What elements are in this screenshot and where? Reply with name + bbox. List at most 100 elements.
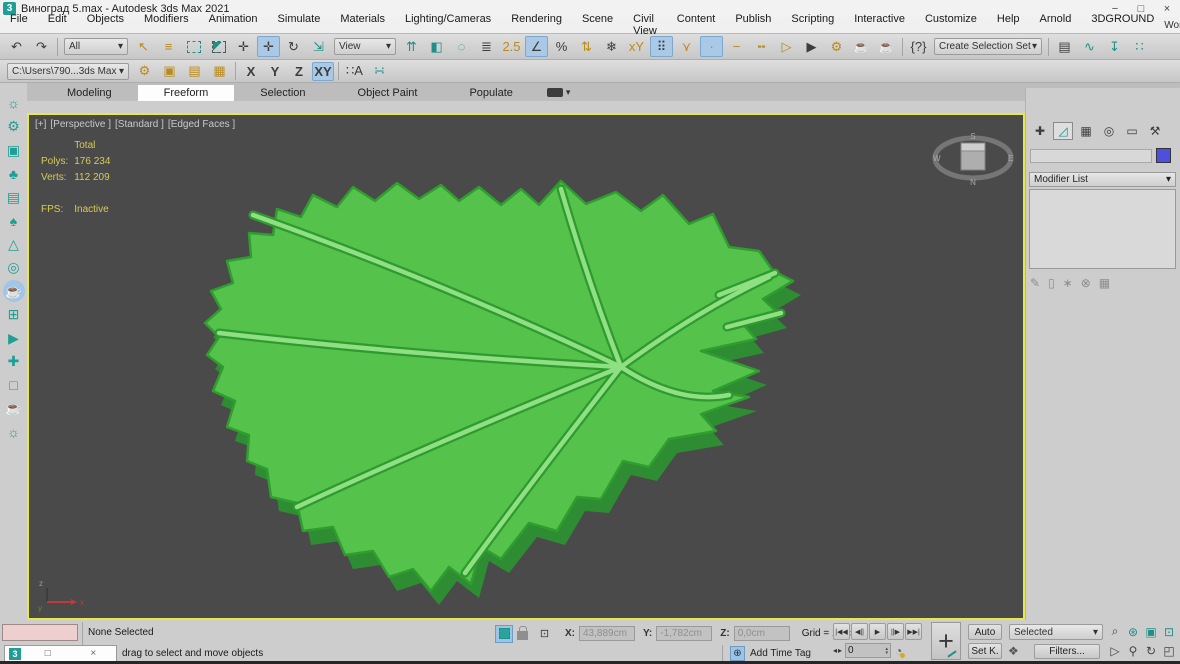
face-snap-icon[interactable]: ╍ (750, 36, 773, 57)
maxscript-mini-listener[interactable] (2, 624, 78, 641)
selection-lock-icon[interactable] (517, 631, 528, 640)
lamp-icon[interactable]: ☼ (3, 92, 25, 114)
axis-z-button[interactable]: Z (288, 62, 310, 81)
next-frame-button[interactable]: ||▶ (887, 623, 904, 640)
select-and-move-icon[interactable]: ✛ (257, 36, 280, 57)
viewport-pov-label[interactable]: [Perspective ] (50, 119, 111, 130)
percent-snap-icon[interactable]: % (550, 36, 573, 57)
perspective-viewport[interactable]: [+] [Perspective ] [Standard ] [Edged Fa… (27, 113, 1025, 620)
selection-filter-dropdown[interactable]: All ▾ (64, 38, 128, 55)
y-coordinate-field[interactable]: -1,782cm (656, 626, 712, 641)
curve-editor-icon[interactable]: ∿ (1078, 36, 1101, 57)
spacing-tool-icon[interactable]: ∺ (368, 61, 391, 82)
project-path-dropdown[interactable]: C:\Users\790...3ds Max 202: ▾ (7, 63, 129, 80)
set-key-button[interactable]: Set K. (968, 643, 1002, 659)
tab-selection[interactable]: Selection (234, 85, 331, 101)
view-cube[interactable]: S N W E (931, 129, 1015, 187)
asset-tree-icon[interactable]: ▦ (208, 61, 231, 82)
reference-coordinate-dropdown[interactable]: View ▾ (334, 38, 396, 55)
tab-object-paint[interactable]: Object Paint (332, 85, 444, 101)
time-configuration-button[interactable]: ◔ (895, 644, 902, 658)
create-selection-set-dropdown[interactable]: Create Selection Set ▾ (934, 38, 1042, 55)
mini-maximize-button[interactable]: □ (25, 648, 71, 659)
teapot-render-icon[interactable]: ☕ (3, 280, 25, 302)
object-color-swatch[interactable] (1156, 148, 1171, 163)
auto-key-button[interactable]: Auto (968, 624, 1002, 640)
frame-spinner[interactable]: ▴▾ (886, 647, 889, 655)
edge-snap-icon[interactable]: − (725, 36, 748, 57)
isolate-selection-icon[interactable]: ▷ (775, 36, 798, 57)
modifier-stack[interactable] (1029, 189, 1176, 269)
soft-selection-icon[interactable]: ◌ (450, 36, 473, 57)
select-and-rotate-icon[interactable]: ↻ (282, 36, 305, 57)
mini-close-button[interactable]: × (71, 648, 117, 659)
undo-icon[interactable]: ↶ (5, 36, 28, 57)
current-frame-field[interactable]: 0 ▴▾ (845, 643, 891, 658)
tree-list-icon[interactable]: ▤ (3, 186, 25, 208)
key-step-arrows[interactable]: ◂▸ (833, 646, 843, 655)
render-setup-icon[interactable]: ⚙ (825, 36, 848, 57)
object-name-field[interactable] (1030, 149, 1152, 163)
axis-x-button[interactable]: X (240, 62, 262, 81)
keyboard-snap-icon[interactable]: ∙ (700, 36, 723, 57)
z-coordinate-field[interactable]: 0,0cm (734, 626, 790, 641)
minimized-window[interactable]: 3 □ × (4, 645, 117, 662)
orbit-icon[interactable]: ↻ (1142, 641, 1160, 660)
filters-button[interactable]: Filters... (1034, 644, 1100, 659)
tree-outline-icon[interactable]: △ (3, 233, 25, 255)
render-production-icon[interactable]: ☕ (875, 36, 898, 57)
walk-through-icon[interactable]: ⚲ (1124, 641, 1142, 660)
axis-y-button[interactable]: Y (264, 62, 286, 81)
x-coordinate-field[interactable]: 43,889cm (579, 626, 635, 641)
trees-icon[interactable]: ♣ (3, 163, 25, 185)
fov-icon[interactable]: ▷ (1106, 641, 1124, 660)
bulb-icon[interactable]: ☼ (3, 421, 25, 443)
gear-ring-icon[interactable]: ◎ (3, 257, 25, 279)
redo-icon[interactable]: ↷ (30, 36, 53, 57)
manipulate-icon[interactable]: ⋎ (675, 36, 698, 57)
isolate-selection-toggle[interactable] (495, 625, 513, 643)
array-icon[interactable]: ∷A (343, 61, 366, 82)
spinner-snap-icon[interactable]: ⇅ (575, 36, 598, 57)
asset-folder-icon[interactable]: ▣ (158, 61, 181, 82)
teapot-outline-icon[interactable]: ☕ (3, 398, 25, 420)
tab-modify[interactable]: ◿ (1053, 122, 1073, 140)
tab-utilities[interactable]: ⚒ (1145, 122, 1165, 140)
select-by-name-icon[interactable]: ≡ (157, 36, 180, 57)
named-selection-icon[interactable]: xY (625, 36, 648, 57)
select-and-scale-icon[interactable]: ⇲ (307, 36, 330, 57)
layer-manager-icon[interactable]: ▤ (1053, 36, 1076, 57)
go-to-start-button[interactable]: |◀◀ (833, 623, 850, 640)
absolute-mode-icon[interactable]: ⊡ (533, 623, 556, 644)
display-filter-icon[interactable]: ▶ (800, 36, 823, 57)
tree-icon[interactable]: ♠ (3, 210, 25, 232)
scene-explorer-icon[interactable]: ❄ (600, 36, 623, 57)
keyboard-shortcut-override-icon[interactable]: {?} (907, 36, 930, 57)
monitor-icon[interactable]: □ (3, 374, 25, 396)
window-star-icon[interactable]: ⊞ (3, 304, 25, 326)
pin-stack-icon[interactable]: ✎ (1030, 276, 1040, 290)
tab-freeform[interactable]: Freeform (138, 85, 235, 101)
viewport-style-label[interactable]: [Standard ] (115, 119, 164, 130)
ribbon-minimize-dropdown[interactable]: ▾ (547, 87, 571, 101)
tab-hierarchy[interactable]: ▦ (1076, 122, 1096, 140)
configure-modifier-sets-icon[interactable]: ▦ (1099, 276, 1110, 290)
play-button[interactable]: ▶ (869, 623, 886, 640)
tab-create[interactable]: ✚ (1030, 122, 1050, 140)
zoom-extents-all-icon[interactable]: ⊡ (1160, 622, 1178, 641)
schematic-view-icon[interactable]: ∷ (1128, 36, 1151, 57)
window-crossing-icon[interactable] (207, 36, 230, 57)
make-unique-icon[interactable]: ∗ (1063, 276, 1073, 290)
asset-link-icon[interactable]: ▤ (183, 61, 206, 82)
play-monitor-icon[interactable]: ▶ (3, 327, 25, 349)
use-pivot-point-icon[interactable]: ⇈ (400, 36, 423, 57)
viewport-menu-plus[interactable]: [+] (35, 119, 46, 130)
align-icon[interactable]: ≣ (475, 36, 498, 57)
key-selection-dropdown[interactable]: Selected ▾ (1009, 624, 1103, 640)
leaf-model[interactable] (29, 115, 1023, 618)
mirror-icon[interactable]: ◧ (425, 36, 448, 57)
previous-frame-button[interactable]: ◀|| (851, 623, 868, 640)
tab-display[interactable]: ▭ (1122, 122, 1142, 140)
viewport-shading-label[interactable]: [Edged Faces ] (168, 119, 235, 130)
sun-gear-icon[interactable]: ⚙ (3, 116, 25, 138)
